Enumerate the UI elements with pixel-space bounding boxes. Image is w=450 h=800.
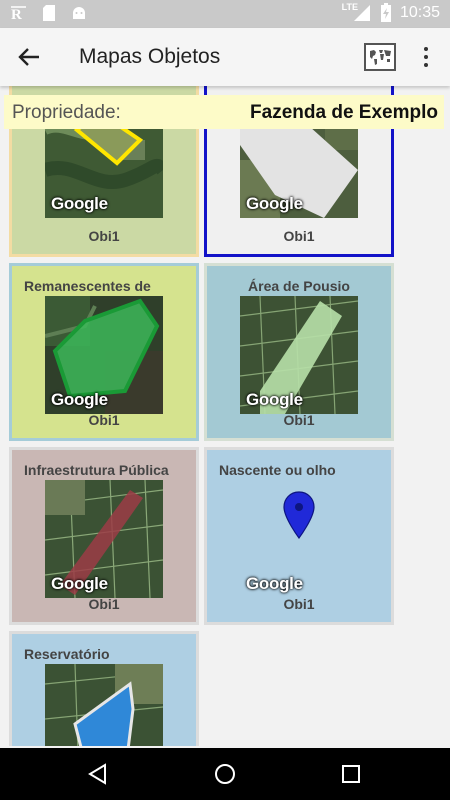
nav-home-icon xyxy=(215,764,235,784)
world-map-icon xyxy=(367,47,393,67)
object-type-title: Remanescentes de xyxy=(24,278,151,294)
sd-card-icon xyxy=(40,4,58,22)
nav-home-button[interactable] xyxy=(211,760,239,788)
arrow-back-icon xyxy=(18,48,39,66)
network-label: LTE xyxy=(341,2,358,12)
google-watermark: Google xyxy=(246,574,303,593)
svg-text:R: R xyxy=(11,7,22,22)
object-card[interactable]: Infraestrutura Pública Google Obi1 xyxy=(9,447,199,625)
map-marker-icon xyxy=(283,491,315,540)
android-icon xyxy=(70,4,88,22)
system-nav-bar xyxy=(0,748,450,800)
map-thumbnail: Google xyxy=(240,480,358,598)
object-label: Obi1 xyxy=(283,596,315,612)
object-card[interactable]: Reservatório xyxy=(9,631,199,746)
status-bar: R LTE 10:35 xyxy=(0,0,450,28)
property-label: Propriedade: xyxy=(12,102,121,123)
object-type-title: Nascente ou olho xyxy=(219,462,336,478)
google-watermark: Google xyxy=(51,390,108,409)
nav-recents-button[interactable] xyxy=(337,760,365,788)
map-thumbnail: Google xyxy=(45,480,163,598)
nav-back-button[interactable] xyxy=(84,760,112,788)
nav-back-icon xyxy=(88,763,106,785)
object-map-grid: Google Obi1 Google Obi1 Remanescentes de xyxy=(0,86,450,746)
object-card[interactable]: Nascente ou olho Google Obi1 xyxy=(204,447,394,625)
map-thumbnail xyxy=(45,664,163,746)
google-watermark: Google xyxy=(246,194,303,213)
object-label: Obi1 xyxy=(283,228,315,244)
status-time: 10:35 xyxy=(399,4,440,21)
object-label: Obi1 xyxy=(88,596,120,612)
battery-charging-icon xyxy=(380,3,392,22)
nav-recents-icon xyxy=(342,765,360,783)
object-label: Obi1 xyxy=(283,412,315,428)
map-thumbnail: Google xyxy=(240,296,358,414)
google-watermark: Google xyxy=(51,574,108,593)
property-value: Fazenda de Exemplo xyxy=(250,102,438,123)
object-label: Obi1 xyxy=(88,412,120,428)
page-title: Mapas Objetos xyxy=(79,45,221,68)
object-card[interactable]: Remanescentes de Google Obi1 xyxy=(9,263,199,441)
map-thumbnail: Google xyxy=(45,296,163,414)
object-card[interactable]: Área de Pousio Google Obi1 xyxy=(204,263,394,441)
google-watermark: Google xyxy=(246,390,303,409)
object-type-title: Infraestrutura Pública xyxy=(24,462,169,478)
back-button[interactable] xyxy=(14,43,44,71)
more-options-button[interactable] xyxy=(414,42,438,72)
object-type-title: Reservatório xyxy=(24,646,110,662)
property-header: Propriedade: Fazenda de Exemplo xyxy=(4,95,444,129)
app-toolbar: Mapas Objetos xyxy=(0,28,450,86)
map-view-button[interactable] xyxy=(364,43,396,71)
app-notification-icon: R xyxy=(10,4,28,22)
google-watermark: Google xyxy=(51,194,108,213)
object-type-title: Área de Pousio xyxy=(248,278,350,294)
more-vert-icon xyxy=(424,47,428,51)
object-label: Obi1 xyxy=(88,228,120,244)
